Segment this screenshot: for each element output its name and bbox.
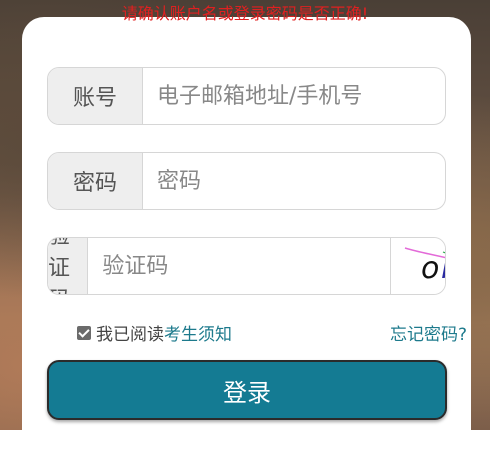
agreement: 我已阅读 考生须知: [77, 320, 232, 345]
captcha-image[interactable]: o m n y: [390, 238, 445, 294]
account-input[interactable]: [143, 68, 445, 124]
captcha-label: 验证码: [48, 238, 89, 294]
agreement-checkbox[interactable]: [77, 325, 91, 340]
svg-text:o: o: [421, 251, 439, 286]
agreement-link[interactable]: 考生须知: [164, 320, 232, 345]
login-button[interactable]: 登录: [47, 360, 447, 420]
account-label: 账号: [48, 68, 143, 124]
forgot-password-link[interactable]: 忘记密码?: [390, 320, 467, 345]
account-group: 账号: [47, 67, 446, 125]
agreement-prefix: 我已阅读: [96, 325, 164, 345]
password-group: 密码: [47, 152, 446, 210]
password-input[interactable]: [143, 153, 445, 209]
svg-text:m: m: [441, 251, 446, 286]
error-message: 请确认账户名或登录密码是否正确!: [121, 4, 369, 23]
password-label: 密码: [48, 153, 143, 209]
captcha-group: 验证码 o m n y: [47, 237, 446, 295]
captcha-input[interactable]: [88, 238, 391, 294]
options-row: 我已阅读 考生须知 忘记密码?: [77, 320, 467, 345]
